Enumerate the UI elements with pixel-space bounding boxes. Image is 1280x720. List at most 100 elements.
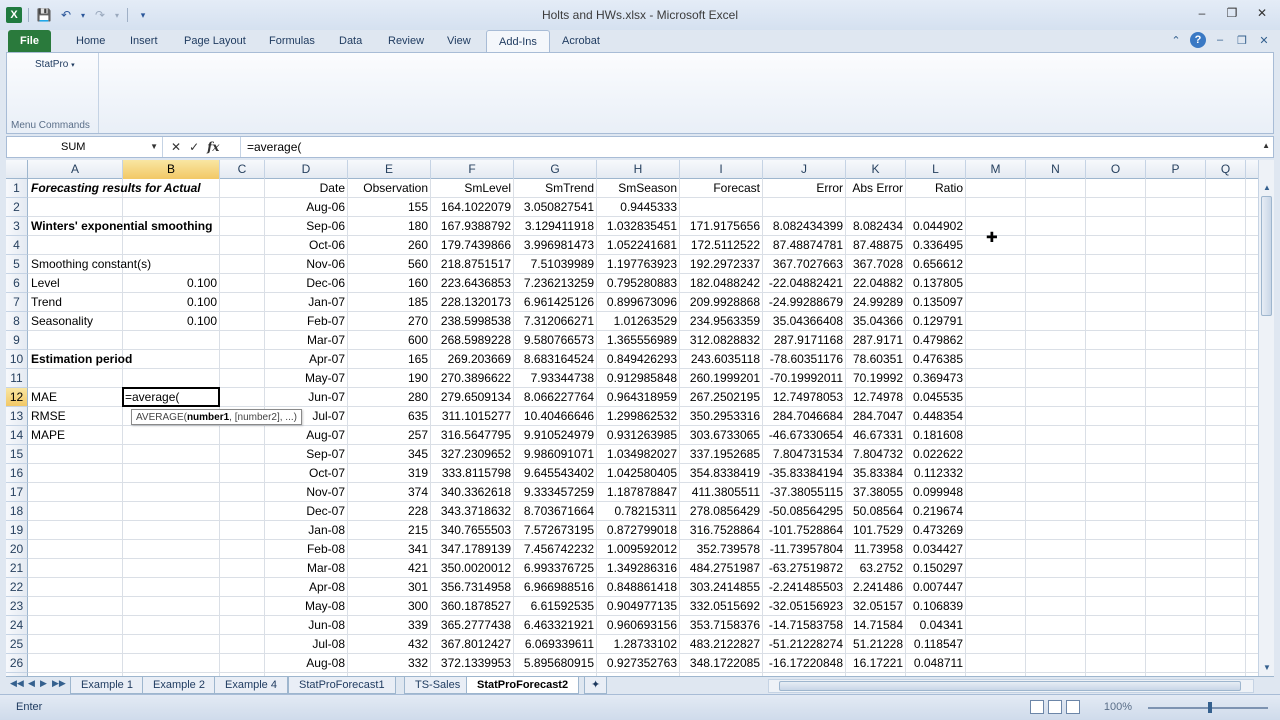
cell-l1[interactable]: Ratio (906, 179, 966, 198)
tooltip-function-name[interactable]: AVERAGE( (136, 412, 187, 423)
cell-f3[interactable]: 167.9388792 (431, 217, 514, 236)
vertical-scroll-thumb[interactable] (1261, 196, 1272, 316)
cell-j1[interactable]: Error (763, 179, 846, 198)
cell-d19[interactable]: Jan-08 (265, 521, 348, 540)
cell-g23[interactable]: 6.61592535 (514, 597, 597, 616)
column-header-q[interactable]: Q (1206, 160, 1246, 179)
last-sheet-icon[interactable]: ▶▶ (52, 678, 66, 689)
cell-l26[interactable]: 0.048711 (906, 654, 966, 673)
column-header-p[interactable]: P (1146, 160, 1206, 179)
cell-e12[interactable]: 280 (348, 388, 431, 407)
cell-k14[interactable]: 46.67331 (846, 426, 906, 445)
cell-h3[interactable]: 1.032835451 (597, 217, 680, 236)
cell-g5[interactable]: 7.51039989 (514, 255, 597, 274)
statpro-menu-button[interactable]: StatPro ▾ (35, 59, 75, 70)
scroll-up-icon[interactable]: ▲ (1259, 180, 1274, 196)
cell-f5[interactable]: 218.8751517 (431, 255, 514, 274)
row-header-21[interactable]: 21 (6, 559, 28, 578)
cell-l24[interactable]: 0.04341 (906, 616, 966, 635)
cell-i4[interactable]: 172.5112522 (680, 236, 763, 255)
cell-e7[interactable]: 185 (348, 293, 431, 312)
cell-i24[interactable]: 353.7158376 (680, 616, 763, 635)
cell-b8[interactable]: 0.100 (123, 312, 220, 331)
expand-formula-bar-icon[interactable]: ▲ (1262, 141, 1270, 150)
cell-e23[interactable]: 300 (348, 597, 431, 616)
cell-k13[interactable]: 284.7047 (846, 407, 906, 426)
tab-page-layout[interactable]: Page Layout (172, 30, 258, 52)
sheet-tab-statproforecast1[interactable]: StatProForecast1 (288, 677, 396, 694)
cell-f14[interactable]: 316.5647795 (431, 426, 514, 445)
page-break-view-icon[interactable] (1066, 700, 1080, 714)
row-header-6[interactable]: 6 (6, 274, 28, 293)
cell-i19[interactable]: 316.7528864 (680, 521, 763, 540)
cell-k5[interactable]: 367.7028 (846, 255, 906, 274)
cell-h11[interactable]: 0.912985848 (597, 369, 680, 388)
cell-g10[interactable]: 8.683164524 (514, 350, 597, 369)
cell-d1[interactable]: Date (265, 179, 348, 198)
cell-e26[interactable]: 332 (348, 654, 431, 673)
cell-i22[interactable]: 303.2414855 (680, 578, 763, 597)
cell-a1[interactable]: Forecasting results for Actual (28, 179, 201, 198)
cell-h18[interactable]: 0.78215311 (597, 502, 680, 521)
cell-h22[interactable]: 0.848861418 (597, 578, 680, 597)
cell-h24[interactable]: 0.960693156 (597, 616, 680, 635)
cell-l8[interactable]: 0.129791 (906, 312, 966, 331)
cell-f21[interactable]: 350.0020012 (431, 559, 514, 578)
cell-g12[interactable]: 8.066227764 (514, 388, 597, 407)
cell-i20[interactable]: 352.739578 (680, 540, 763, 559)
cell-k11[interactable]: 70.19992 (846, 369, 906, 388)
name-box[interactable]: SUM ▼ (7, 137, 163, 157)
cell-e10[interactable]: 165 (348, 350, 431, 369)
restore-icon[interactable]: ❐ (1220, 4, 1244, 22)
cell-k20[interactable]: 11.73958 (846, 540, 906, 559)
collapse-ribbon-icon[interactable]: ⌃ (1168, 32, 1184, 48)
cell-h26[interactable]: 0.927352763 (597, 654, 680, 673)
cell-e5[interactable]: 560 (348, 255, 431, 274)
tab-review[interactable]: Review (376, 30, 436, 52)
cell-h7[interactable]: 0.899673096 (597, 293, 680, 312)
cell-f15[interactable]: 327.2309652 (431, 445, 514, 464)
row-header-23[interactable]: 23 (6, 597, 28, 616)
cell-j7[interactable]: -24.99288679 (763, 293, 846, 312)
cell-h19[interactable]: 0.872799018 (597, 521, 680, 540)
cell-j10[interactable]: -78.60351176 (763, 350, 846, 369)
sheet-tab-statproforecast2[interactable]: StatProForecast2 (466, 677, 580, 694)
cell-j15[interactable]: 7.804731534 (763, 445, 846, 464)
cell-k15[interactable]: 7.804732 (846, 445, 906, 464)
cell-l13[interactable]: 0.448354 (906, 407, 966, 426)
cell-g19[interactable]: 7.572673195 (514, 521, 597, 540)
cell-e18[interactable]: 228 (348, 502, 431, 521)
cell-g20[interactable]: 7.456742232 (514, 540, 597, 559)
cell-e22[interactable]: 301 (348, 578, 431, 597)
cell-f11[interactable]: 270.3896622 (431, 369, 514, 388)
sheet-tab-example-4[interactable]: Example 4 (214, 677, 288, 694)
cell-i8[interactable]: 234.9563359 (680, 312, 763, 331)
cell-h1[interactable]: SmSeason (597, 179, 680, 198)
cell-k6[interactable]: 22.04882 (846, 274, 906, 293)
cell-j4[interactable]: 87.48874781 (763, 236, 846, 255)
cell-g13[interactable]: 10.40466646 (514, 407, 597, 426)
cell-j11[interactable]: -70.19992011 (763, 369, 846, 388)
cell-e9[interactable]: 600 (348, 331, 431, 350)
cell-f8[interactable]: 238.5998538 (431, 312, 514, 331)
restore-workbook-icon[interactable]: ❐ (1234, 32, 1250, 48)
cell-a13[interactable]: RMSE (28, 407, 123, 426)
cell-k17[interactable]: 37.38055 (846, 483, 906, 502)
zoom-level[interactable]: 100% (1104, 701, 1132, 713)
cell-f13[interactable]: 311.1015277 (431, 407, 514, 426)
cell-k9[interactable]: 287.9171 (846, 331, 906, 350)
cell-i13[interactable]: 350.2953316 (680, 407, 763, 426)
minimize-icon[interactable]: – (1190, 4, 1214, 22)
cell-j5[interactable]: 367.7027663 (763, 255, 846, 274)
row-header-7[interactable]: 7 (6, 293, 28, 312)
cell-g6[interactable]: 7.236213259 (514, 274, 597, 293)
tab-data[interactable]: Data (327, 30, 374, 52)
cell-h25[interactable]: 1.28733102 (597, 635, 680, 654)
cell-l3[interactable]: 0.044902 (906, 217, 966, 236)
cell-j22[interactable]: -2.241485503 (763, 578, 846, 597)
horizontal-scrollbar[interactable] (768, 679, 1254, 693)
cell-j8[interactable]: 35.04366408 (763, 312, 846, 331)
cell-a6[interactable]: Level (28, 274, 123, 293)
cell-g22[interactable]: 6.966988516 (514, 578, 597, 597)
cell-j24[interactable]: -14.71583758 (763, 616, 846, 635)
